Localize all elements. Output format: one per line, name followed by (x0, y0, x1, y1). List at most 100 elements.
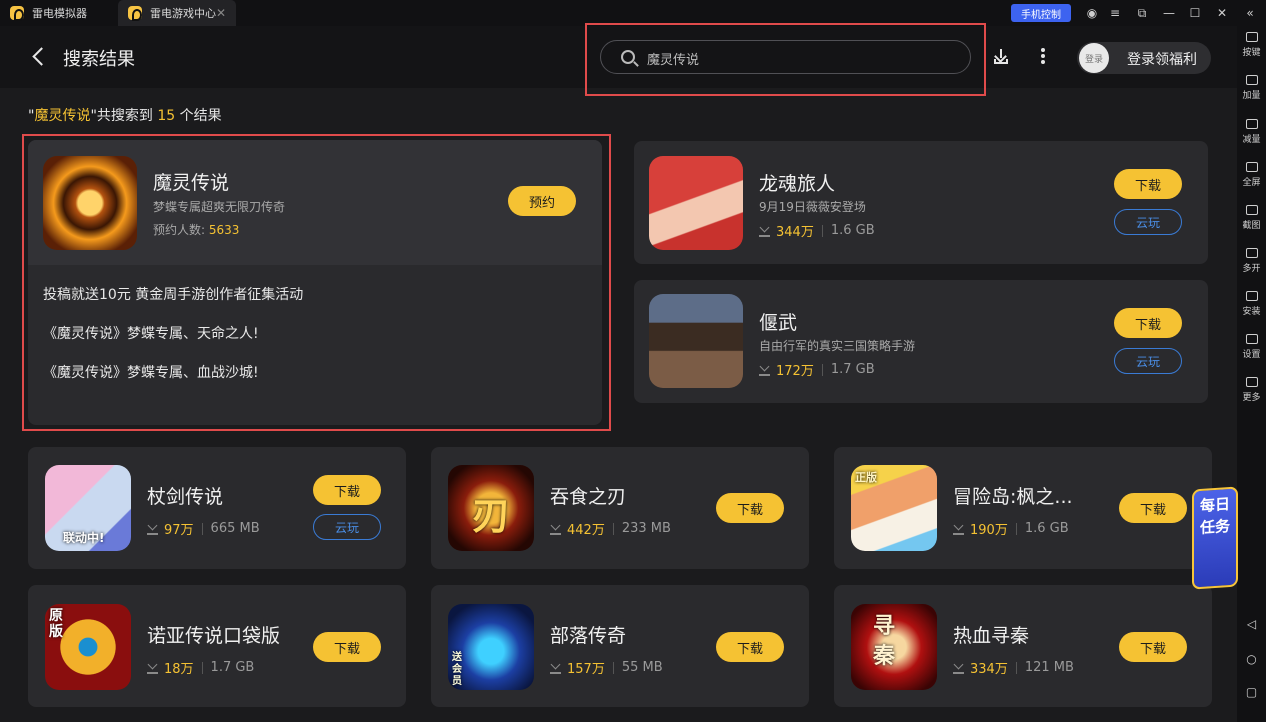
maximize-icon[interactable]: ☐ (1186, 4, 1204, 22)
game-title[interactable]: 冒险岛:枫之... (953, 482, 1073, 509)
search-box[interactable] (600, 40, 971, 74)
game-stats: 157万 55 MB (550, 658, 663, 677)
download-manager-icon[interactable] (993, 48, 1009, 66)
game-card[interactable]: 刃 吞食之刃 442万 233 MB 下载 (431, 447, 809, 569)
collapse-sidebar-icon[interactable]: « (1241, 4, 1259, 22)
game-card[interactable]: 联动中! 杖剑传说 97万 665 MB 下载 云玩 (28, 447, 406, 569)
download-count-icon (550, 661, 561, 674)
game-thumbnail[interactable] (649, 294, 743, 388)
scissors-icon (1245, 205, 1258, 215)
apk-install-icon (1245, 291, 1258, 301)
download-button[interactable]: 下载 (716, 493, 784, 523)
download-count-icon (550, 522, 561, 535)
phone-control-button[interactable]: 手机控制 (1011, 4, 1071, 22)
game-card[interactable]: 寻秦 热血寻秦 334万 121 MB 下载 (834, 585, 1212, 707)
featured-game-card[interactable]: 魔灵传说 梦蝶专属超爽无限刀传奇 预约人数: 5633 预约 投稿就送10元 黄… (28, 140, 602, 425)
tab-game-center-label: 雷电游戏中心 (150, 7, 216, 20)
sidebar-item-keys[interactable]: 按键 (1237, 32, 1266, 58)
download-count-icon (759, 363, 770, 376)
reserve-button[interactable]: 预约 (508, 186, 576, 216)
game-thumbnail[interactable]: 刃 (448, 465, 534, 551)
game-stats: 334万 121 MB (953, 658, 1074, 677)
game-thumbnail[interactable]: 寻秦 (851, 604, 937, 690)
gear-icon (1245, 334, 1258, 344)
game-title[interactable]: 诺亚传说口袋版 (147, 621, 280, 648)
download-button[interactable]: 下载 (1119, 493, 1187, 523)
android-recents-icon[interactable]: ▢ (1237, 685, 1266, 699)
game-thumbnail[interactable]: 原版 (45, 604, 131, 690)
kebab-menu-icon[interactable] (1041, 48, 1047, 66)
sidebar-item-settings[interactable]: 设置 (1237, 334, 1266, 360)
page-title: 搜索结果 (63, 49, 135, 70)
cloud-play-button[interactable]: 云玩 (313, 514, 381, 540)
cloud-play-button[interactable]: 云玩 (1114, 209, 1182, 235)
cloud-play-button[interactable]: 云玩 (1114, 348, 1182, 374)
game-thumbnail[interactable]: 正版 (851, 465, 937, 551)
android-home-icon[interactable]: ○ (1237, 652, 1266, 666)
sidebar-item-volume-down[interactable]: 减量 (1237, 119, 1266, 145)
download-count-icon (953, 522, 964, 535)
download-button[interactable]: 下载 (313, 632, 381, 662)
game-stats: 172万 1.7 GB (759, 360, 875, 379)
android-back-icon[interactable]: ◁ (1237, 617, 1266, 631)
game-card[interactable]: 原版 诺亚传说口袋版 18万 1.7 GB 下载 (28, 585, 406, 707)
tab-game-center[interactable]: 雷电游戏中心 ✕ (118, 0, 236, 26)
sidebar-item-multi[interactable]: 多开 (1237, 248, 1266, 274)
sidebar-item-volume-up[interactable]: 加量 (1237, 75, 1266, 101)
download-count-icon (759, 224, 770, 237)
game-card[interactable]: 偃武 自由行军的真实三国策略手游 172万 1.7 GB 下载 云玩 (634, 280, 1208, 403)
game-subtitle: 自由行军的真实三国策略手游 (759, 339, 916, 353)
sidebar-item-more[interactable]: 更多 (1237, 377, 1266, 403)
keyboard-icon (1245, 32, 1258, 42)
game-title[interactable]: 魔灵传说 (153, 168, 229, 195)
tab-emulator-label: 雷电模拟器 (32, 7, 87, 20)
menu-icon[interactable]: ≡ (1106, 4, 1124, 22)
download-count-icon (147, 661, 158, 674)
login-label: 登录领福利 (1127, 52, 1197, 68)
emulator-window: 雷电模拟器 雷电游戏中心 ✕ 手机控制 ◉ ≡ ⧉ — ☐ ✕ « 按键 加量 … (0, 0, 1266, 722)
restore-window-icon[interactable]: ⧉ (1133, 4, 1151, 22)
minimize-icon[interactable]: — (1160, 4, 1178, 22)
account-icon[interactable]: ◉ (1083, 4, 1101, 22)
game-card[interactable]: 龙魂旅人 9月19日薇薇安登场 344万 1.6 GB 下载 云玩 (634, 141, 1208, 264)
download-button[interactable]: 下载 (1114, 169, 1182, 199)
game-thumbnail[interactable]: 联动中! (45, 465, 131, 551)
game-title[interactable]: 吞食之刃 (550, 482, 626, 509)
ldplayer-logo-icon (10, 6, 24, 21)
game-stats: 97万 665 MB (147, 519, 260, 538)
download-button[interactable]: 下载 (313, 475, 381, 505)
game-title[interactable]: 杖剑传说 (147, 482, 223, 509)
emulator-sidebar: 按键 加量 减量 全屏 截图 多开 安装 设置 更多 ◁ ○ ▢ (1237, 26, 1266, 722)
multi-instance-icon (1245, 248, 1258, 258)
game-subtitle: 梦蝶专属超爽无限刀传奇 (153, 200, 286, 214)
game-card[interactable]: 送会员 部落传奇 157万 55 MB 下载 (431, 585, 809, 707)
download-button[interactable]: 下载 (1119, 632, 1187, 662)
title-bar: 雷电模拟器 雷电游戏中心 ✕ 手机控制 ◉ ≡ ⧉ — ☐ ✕ « (0, 0, 1266, 26)
game-stats: 190万 1.6 GB (953, 519, 1069, 538)
game-thumbnail[interactable] (649, 156, 743, 250)
game-title[interactable]: 热血寻秦 (953, 621, 1029, 648)
news-link[interactable]: 《魔灵传说》梦蝶专属、天命之人! (43, 323, 259, 343)
back-arrow-icon[interactable] (31, 47, 45, 67)
sidebar-item-screenshot[interactable]: 截图 (1237, 205, 1266, 231)
game-title[interactable]: 部落传奇 (550, 621, 626, 648)
game-title[interactable]: 龙魂旅人 (759, 169, 835, 196)
news-link[interactable]: 投稿就送10元 黄金周手游创作者征集活动 (43, 284, 303, 304)
game-thumbnail[interactable]: 送会员 (448, 604, 534, 690)
close-tab-icon[interactable]: ✕ (216, 6, 226, 20)
sidebar-item-fullscreen[interactable]: 全屏 (1237, 162, 1266, 188)
tab-emulator[interactable]: 雷电模拟器 (0, 0, 118, 26)
sidebar-item-install[interactable]: 安装 (1237, 291, 1266, 317)
search-input[interactable] (647, 47, 947, 69)
game-stats: 442万 233 MB (550, 519, 671, 538)
download-button[interactable]: 下载 (716, 632, 784, 662)
game-title[interactable]: 偃武 (759, 308, 797, 335)
news-link[interactable]: 《魔灵传说》梦蝶专属、血战沙城! (43, 362, 259, 382)
game-thumbnail[interactable] (43, 156, 137, 250)
download-count-icon (147, 522, 158, 535)
login-button[interactable]: 登录 登录领福利 (1077, 42, 1211, 74)
daily-task-badge[interactable]: 每日任务 (1192, 486, 1238, 590)
download-button[interactable]: 下载 (1114, 308, 1182, 338)
close-window-icon[interactable]: ✕ (1213, 4, 1231, 22)
game-card[interactable]: 正版 冒险岛:枫之... 190万 1.6 GB 下载 (834, 447, 1212, 569)
